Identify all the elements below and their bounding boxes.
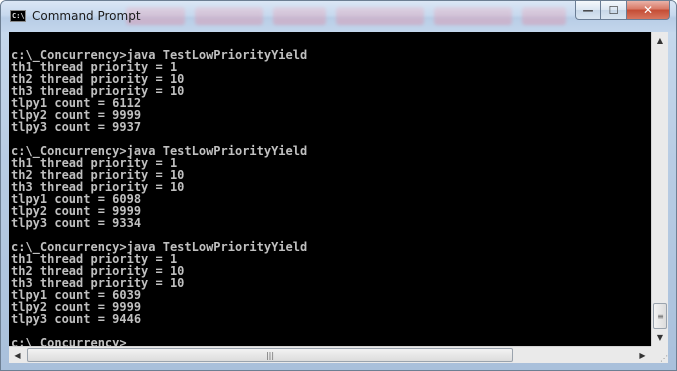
- console-text: c:\_Concurrency>java TestLowPriorityYiel…: [9, 32, 651, 346]
- window-title: Command Prompt: [32, 9, 141, 23]
- console-line: tlpy3 count = 9937: [11, 120, 142, 134]
- scroll-down-arrow-icon[interactable]: ▼: [652, 329, 668, 346]
- console-icon[interactable]: C:\: [10, 10, 26, 22]
- maximize-button[interactable]: ☐: [601, 1, 627, 20]
- caption-buttons: — ☐ ✕: [575, 1, 670, 20]
- close-button[interactable]: ✕: [627, 1, 670, 20]
- console-line: tlpy3 count = 9446: [11, 312, 142, 326]
- title-bar[interactable]: C:\ Command Prompt — ☐ ✕: [1, 1, 676, 32]
- command-prompt-window: C:\ Command Prompt — ☐ ✕ c:\_Concurrency…: [0, 0, 677, 371]
- horizontal-scrollbar[interactable]: ◀ ||| ▶: [9, 346, 651, 363]
- scroll-left-arrow-icon[interactable]: ◀: [9, 347, 26, 363]
- console-line: tlpy3 count = 9334: [11, 216, 142, 230]
- vertical-scroll-thumb[interactable]: ≡: [653, 303, 667, 329]
- console-line: c:\_Concurrency>: [11, 336, 127, 346]
- scroll-up-arrow-icon[interactable]: ▲: [652, 32, 668, 49]
- scroll-right-arrow-icon[interactable]: ▶: [634, 347, 651, 363]
- blurred-background-taskbar: [126, 7, 566, 27]
- horizontal-scroll-thumb[interactable]: |||: [27, 348, 513, 362]
- console-output-area[interactable]: c:\_Concurrency>java TestLowPriorityYiel…: [9, 32, 651, 346]
- minimize-button[interactable]: —: [575, 1, 601, 20]
- size-grip-icon[interactable]: ⋰: [651, 346, 668, 363]
- vertical-scrollbar[interactable]: ▲ ≡ ▼: [651, 32, 668, 346]
